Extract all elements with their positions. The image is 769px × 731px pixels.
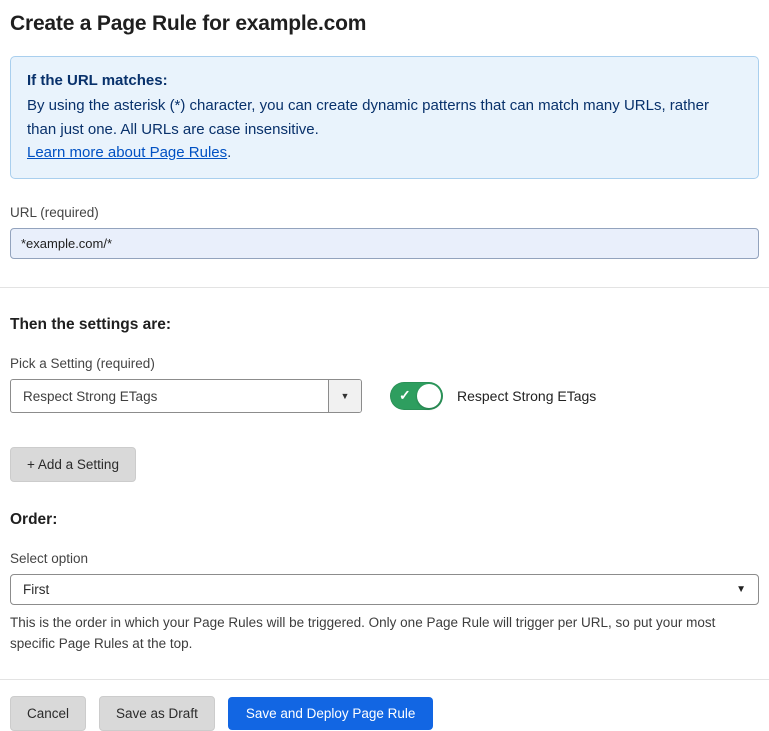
cancel-button[interactable]: Cancel [10,696,86,731]
save-deploy-button[interactable]: Save and Deploy Page Rule [228,697,434,730]
add-setting-button[interactable]: + Add a Setting [10,447,136,482]
order-select-label: Select option [10,551,759,566]
setting-select-arrow-button[interactable]: ▼ [328,380,361,412]
page-rule-form: Create a Page Rule for example.com If th… [0,0,769,731]
setting-select[interactable]: Respect Strong ETags ▼ [10,379,362,413]
footer-actions: Cancel Save as Draft Save and Deploy Pag… [10,696,759,731]
caret-down-icon: ▼ [341,392,350,401]
url-match-info-box: If the URL matches: By using the asteris… [10,56,759,179]
order-select[interactable]: First ▼ [10,574,759,605]
info-box-link-line: Learn more about Page Rules. [27,141,742,164]
toggle-label: Respect Strong ETags [457,388,596,404]
check-icon: ✓ [399,387,411,404]
etags-toggle[interactable]: ✓ [390,382,443,410]
info-box-body: By using the asterisk (*) character, you… [27,94,742,141]
link-suffix: . [227,144,231,161]
setting-select-value: Respect Strong ETags [11,380,328,412]
setting-row: Respect Strong ETags ▼ ✓ Respect Strong … [10,379,759,413]
pick-setting-label: Pick a Setting (required) [10,356,759,371]
save-draft-button[interactable]: Save as Draft [99,696,215,731]
url-label: URL (required) [10,205,759,220]
learn-more-link[interactable]: Learn more about Page Rules [27,144,227,161]
toggle-knob [417,384,441,408]
page-title: Create a Page Rule for example.com [10,12,759,36]
url-input[interactable] [10,228,759,259]
order-select-value: First [23,582,49,597]
order-section: Order: Select option First ▼ This is the… [10,504,759,655]
order-heading: Order: [10,511,759,529]
footer-divider [0,679,769,680]
settings-heading: Then the settings are: [10,316,759,334]
spacer [0,504,769,505]
order-help-text: This is the order in which your Page Rul… [10,613,755,655]
divider [0,287,769,288]
caret-down-icon: ▼ [736,585,746,595]
info-box-heading: If the URL matches: [27,69,742,92]
